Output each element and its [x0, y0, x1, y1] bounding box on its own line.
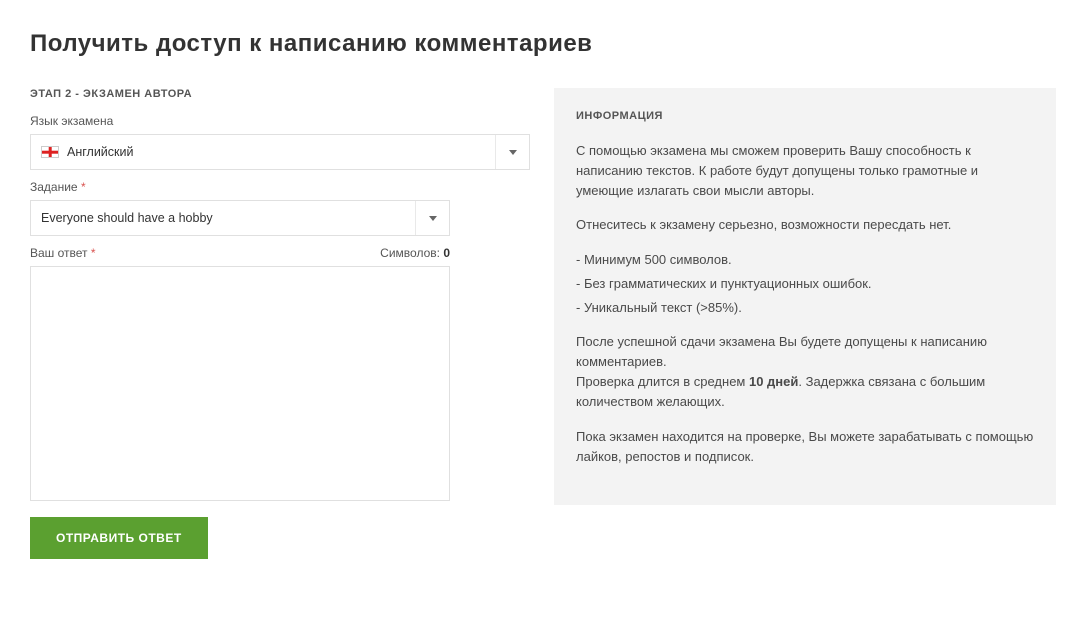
step-heading: ЭТАП 2 - ЭКЗАМЕН АВТОРА	[30, 88, 530, 100]
required-star: *	[91, 246, 96, 260]
info-paragraph: После успешной сдачи экзамена Вы будете …	[576, 332, 1034, 413]
page-title: Получить доступ к написанию комментариев	[30, 30, 1056, 58]
info-text: Проверка длится в среднем	[576, 374, 749, 389]
list-item: - Уникальный текст (>85%).	[576, 298, 1034, 318]
chevron-down-icon	[509, 150, 517, 155]
list-item: - Минимум 500 символов.	[576, 250, 1034, 270]
info-bold: 10 дней	[749, 374, 798, 389]
char-counter: Символов: 0	[380, 246, 450, 260]
dropdown-arrow-zone	[415, 201, 449, 235]
info-text: После успешной сдачи экзамена Вы будете …	[576, 334, 987, 369]
layout: ЭТАП 2 - ЭКЗАМЕН АВТОРА Язык экзамена Ан…	[30, 88, 1056, 559]
required-star: *	[81, 180, 86, 194]
char-counter-value: 0	[443, 246, 450, 260]
answer-label: Ваш ответ *	[30, 246, 96, 260]
language-select-value: Английский	[67, 145, 133, 159]
task-label: Задание *	[30, 180, 530, 194]
dropdown-arrow-zone	[495, 135, 529, 169]
language-select[interactable]: Английский	[30, 134, 530, 170]
task-select-value: Everyone should have a hobby	[41, 211, 213, 225]
list-item: - Без грамматических и пунктуационных ош…	[576, 274, 1034, 294]
chevron-down-icon	[429, 216, 437, 221]
flag-english-icon	[41, 146, 59, 158]
char-counter-label: Символов:	[380, 246, 440, 260]
answer-textarea[interactable]	[30, 266, 450, 501]
task-label-text: Задание	[30, 180, 78, 194]
info-paragraph: С помощью экзамена мы сможем проверить В…	[576, 141, 1034, 201]
form-column: ЭТАП 2 - ЭКЗАМЕН АВТОРА Язык экзамена Ан…	[30, 88, 530, 559]
answer-label-text: Ваш ответ	[30, 246, 88, 260]
language-label: Язык экзамена	[30, 114, 530, 128]
submit-button[interactable]: ОТПРАВИТЬ ОТВЕТ	[30, 517, 208, 559]
info-paragraph: Отнеситесь к экзамену серьезно, возможно…	[576, 215, 1034, 235]
info-heading: ИНФОРМАЦИЯ	[576, 108, 1034, 125]
info-paragraph: Пока экзамен находится на проверке, Вы м…	[576, 427, 1034, 467]
info-panel: ИНФОРМАЦИЯ С помощью экзамена мы сможем …	[554, 88, 1056, 505]
task-select[interactable]: Everyone should have a hobby	[30, 200, 450, 236]
info-requirements-list: - Минимум 500 символов. - Без грамматиче…	[576, 250, 1034, 318]
